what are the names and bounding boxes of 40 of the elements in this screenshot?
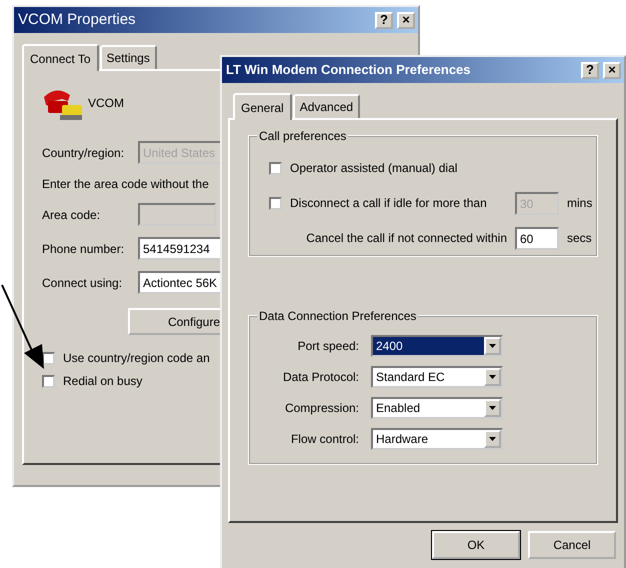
field-label: Compression: xyxy=(284,400,360,417)
unit-label: mins xyxy=(567,195,592,212)
field-label: Flow control: xyxy=(290,431,360,448)
dropdown[interactable]: 2400 xyxy=(371,335,503,357)
checkbox[interactable] xyxy=(269,162,282,174)
dropdown-icon[interactable] xyxy=(484,430,501,448)
option-label: Disconnect a call if idle for more than xyxy=(290,195,488,212)
checkbox[interactable] xyxy=(42,374,55,388)
help-button[interactable]: ? xyxy=(581,62,599,78)
dialog-button[interactable]: OK xyxy=(432,531,520,559)
field-label: Port speed: xyxy=(296,338,360,355)
field-label: Connect using: xyxy=(42,274,124,292)
field-label: Data Protocol: xyxy=(282,369,360,386)
option-label: Cancel the call if not connected within xyxy=(305,230,507,247)
window-title: LT Win Modem Connection Preferences xyxy=(226,61,471,80)
tab[interactable]: Connect To xyxy=(22,44,98,71)
field-label: Area code: xyxy=(42,206,102,224)
dropdown[interactable]: Standard EC xyxy=(371,366,503,388)
field-label: Phone number: xyxy=(42,240,126,258)
checkbox-label: Redial on busy xyxy=(63,373,142,390)
instruction-text: Enter the area code without the xyxy=(42,176,210,193)
unit-label: secs xyxy=(567,230,592,247)
tab[interactable]: General xyxy=(233,93,292,120)
connection-name: VCOM xyxy=(88,95,124,112)
close-button[interactable]: × xyxy=(397,12,415,28)
window-title: VCOM Properties xyxy=(18,10,136,30)
dropdown-icon[interactable] xyxy=(484,399,501,417)
tab[interactable]: Settings xyxy=(100,45,157,69)
dropdown[interactable]: Enabled xyxy=(371,397,503,419)
dropdown-icon[interactable] xyxy=(484,368,501,386)
checkbox-label: Use country/region code an xyxy=(63,350,210,367)
option-label: Operator assisted (manual) dial xyxy=(290,160,458,177)
dropdown-icon[interactable] xyxy=(484,337,501,355)
number-field[interactable]: 60 xyxy=(515,226,559,250)
help-button[interactable]: ? xyxy=(375,12,393,28)
dropdown[interactable]: Hardware xyxy=(371,428,503,450)
tab[interactable]: Advanced xyxy=(292,94,360,118)
dialog-button[interactable]: Cancel xyxy=(528,531,616,559)
field-label: Country/region: xyxy=(42,144,126,162)
close-button[interactable]: × xyxy=(603,62,621,78)
